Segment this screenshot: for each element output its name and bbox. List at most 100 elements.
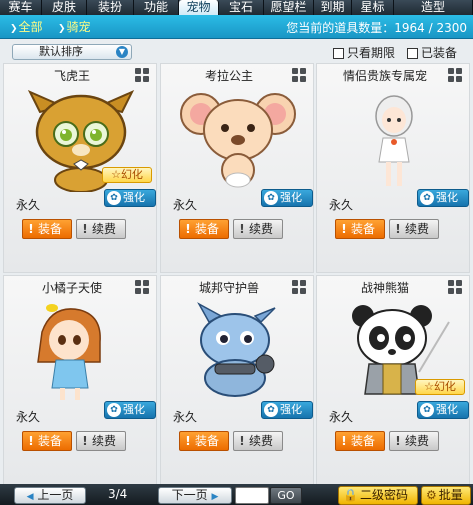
grid-view-icon[interactable] — [292, 280, 306, 294]
exclamation-icon: ! — [82, 434, 88, 448]
second-password-button[interactable]: 🔒 二级密码 — [338, 486, 418, 505]
tab-function[interactable]: 功能 — [134, 0, 179, 15]
renew-button[interactable]: ! 续费 — [389, 219, 439, 239]
enhance-button[interactable]: ✿ 强化 — [261, 189, 313, 207]
equip-label: 装备 — [195, 434, 220, 448]
grid-view-icon[interactable] — [448, 280, 462, 294]
renew-button[interactable]: ! 续费 — [233, 219, 283, 239]
huanhua-badge[interactable]: ☆幻化 — [415, 379, 465, 395]
tab-outfit[interactable]: 装扮 — [87, 0, 134, 15]
page-number-input[interactable] — [235, 487, 269, 504]
pet-card[interactable]: 飞虎王 ☆幻化 永久 ✿ 强化 ! 装备 ! 续费 — [3, 63, 157, 273]
batch-label: 批量 — [438, 488, 463, 502]
pet-image — [179, 302, 297, 404]
subnav-all[interactable]: ❯全部 — [10, 19, 43, 35]
pet-card[interactable]: 小橘子天使 永久 ✿ 强化 ! 装备 ! 续费 — [3, 275, 157, 485]
pet-name: 小橘子天使 — [41, 281, 102, 295]
chevron-right-icon: ❯ — [10, 24, 18, 34]
gear-icon: ⚙ — [426, 488, 437, 502]
exclamation-icon: ! — [185, 222, 191, 236]
renew-label: 续费 — [249, 434, 274, 448]
go-button[interactable]: GO — [270, 487, 302, 504]
duration-label: 永久 — [173, 198, 198, 212]
renew-button[interactable]: ! 续费 — [233, 431, 283, 451]
grid-view-icon[interactable] — [135, 280, 149, 294]
filter-expiry-only[interactable]: 只看期限 — [333, 46, 395, 60]
pet-card[interactable]: 城邦守护兽 永久 ✿ 强化 ! 装备 ! 续费 — [160, 275, 314, 485]
enhance-label: 强化 — [280, 403, 302, 416]
equip-button[interactable]: ! 装备 — [22, 431, 72, 451]
renew-label: 续费 — [92, 222, 117, 236]
pet-card[interactable]: 情侣贵族专属宠 永久 ✿ 强化 ! 装备 ! 续费 — [316, 63, 470, 273]
item-count-value: 1964 / 2300 — [394, 21, 467, 35]
enhance-label: 强化 — [436, 403, 458, 416]
equip-label: 装备 — [195, 222, 220, 236]
checkbox-icon[interactable] — [407, 47, 418, 59]
next-page-button[interactable]: 下一页 ▶ — [158, 487, 232, 504]
renew-label: 续费 — [249, 222, 274, 236]
enhance-button[interactable]: ✿ 强化 — [104, 189, 156, 207]
huanhua-badge[interactable]: ☆幻化 — [102, 167, 152, 183]
star-icon: ☆ — [111, 168, 121, 181]
filter-equipped[interactable]: 已装备 — [407, 46, 457, 60]
exclamation-icon: ! — [341, 434, 347, 448]
category-tabs: 赛车 皮肤 装扮 功能 宠物 宝石 愿望栏 到期 星标 造型 — [0, 0, 473, 15]
grid-view-icon[interactable] — [135, 68, 149, 82]
prev-page-button[interactable]: ◀ 上一页 — [14, 487, 86, 504]
equip-button[interactable]: ! 装备 — [22, 219, 72, 239]
pet-card[interactable]: 战神熊猫 ☆幻化 永久 ✿ 强化 ! 装备 ! 续费 — [316, 275, 470, 485]
tab-racecar[interactable]: 赛车 — [0, 0, 42, 15]
equip-button[interactable]: ! 装备 — [335, 431, 385, 451]
equip-button[interactable]: ! 装备 — [335, 219, 385, 239]
pet-name: 战神熊猫 — [360, 281, 409, 295]
sort-dropdown[interactable]: 默认排序 ▼ — [12, 44, 132, 60]
tab-gem[interactable]: 宝石 — [219, 0, 264, 15]
tab-style[interactable]: 造型 — [394, 0, 473, 15]
equip-button[interactable]: ! 装备 — [179, 431, 229, 451]
renew-button[interactable]: ! 续费 — [389, 431, 439, 451]
pet-name: 考拉公主 — [204, 69, 253, 83]
grid-view-icon[interactable] — [448, 68, 462, 82]
subnav-ride[interactable]: ❯骑宠 — [58, 19, 91, 35]
star-icon: ☆ — [424, 380, 434, 393]
item-count-label: 您当前的道具数量： — [286, 21, 395, 35]
tab-pet[interactable]: 宠物 — [179, 0, 219, 15]
pet-image — [22, 302, 140, 404]
pet-name: 情侣贵族专属宠 — [342, 69, 427, 83]
renew-label: 续费 — [405, 222, 430, 236]
batch-button[interactable]: ⚙ 批量 — [421, 486, 471, 505]
renew-button[interactable]: ! 续费 — [76, 219, 126, 239]
subnav-all-label: 全部 — [18, 20, 43, 34]
tab-skin[interactable]: 皮肤 — [42, 0, 87, 15]
chevron-right-icon: ❯ — [58, 24, 66, 34]
pet-card[interactable]: 考拉公主 永久 ✿ 强化 ! 装备 ! 续费 — [160, 63, 314, 273]
pet-image — [179, 90, 297, 192]
enhance-button[interactable]: ✿ 强化 — [261, 401, 313, 419]
enhance-button[interactable]: ✿ 强化 — [417, 189, 469, 207]
exclamation-icon: ! — [395, 222, 401, 236]
tab-expiring[interactable]: 到期 — [314, 0, 352, 15]
equip-button[interactable]: ! 装备 — [179, 219, 229, 239]
paw-icon: ✿ — [107, 403, 121, 417]
next-page-label: 下一页 — [171, 488, 208, 502]
enhance-label: 强化 — [436, 191, 458, 204]
checkbox-icon[interactable] — [333, 47, 344, 59]
huanhua-label: 幻化 — [433, 380, 456, 393]
paw-icon: ✿ — [107, 191, 121, 205]
renew-button[interactable]: ! 续费 — [76, 431, 126, 451]
enhance-button[interactable]: ✿ 强化 — [417, 401, 469, 419]
exclamation-icon: ! — [341, 222, 347, 236]
duration-label: 永久 — [173, 410, 198, 424]
sort-value: 默认排序 — [39, 45, 83, 58]
chevron-down-icon: ▼ — [116, 46, 128, 58]
tab-star[interactable]: 星标 — [352, 0, 394, 15]
item-count: 您当前的道具数量：1964 / 2300 — [286, 19, 467, 36]
grid-view-icon[interactable] — [292, 68, 306, 82]
tab-wishlist[interactable]: 愿望栏 — [264, 0, 314, 15]
paw-icon: ✿ — [264, 191, 278, 205]
equip-label: 装备 — [38, 434, 63, 448]
subnav-ride-label: 骑宠 — [66, 20, 91, 34]
enhance-button[interactable]: ✿ 强化 — [104, 401, 156, 419]
enhance-label: 强化 — [123, 191, 145, 204]
equip-label: 装备 — [38, 222, 63, 236]
